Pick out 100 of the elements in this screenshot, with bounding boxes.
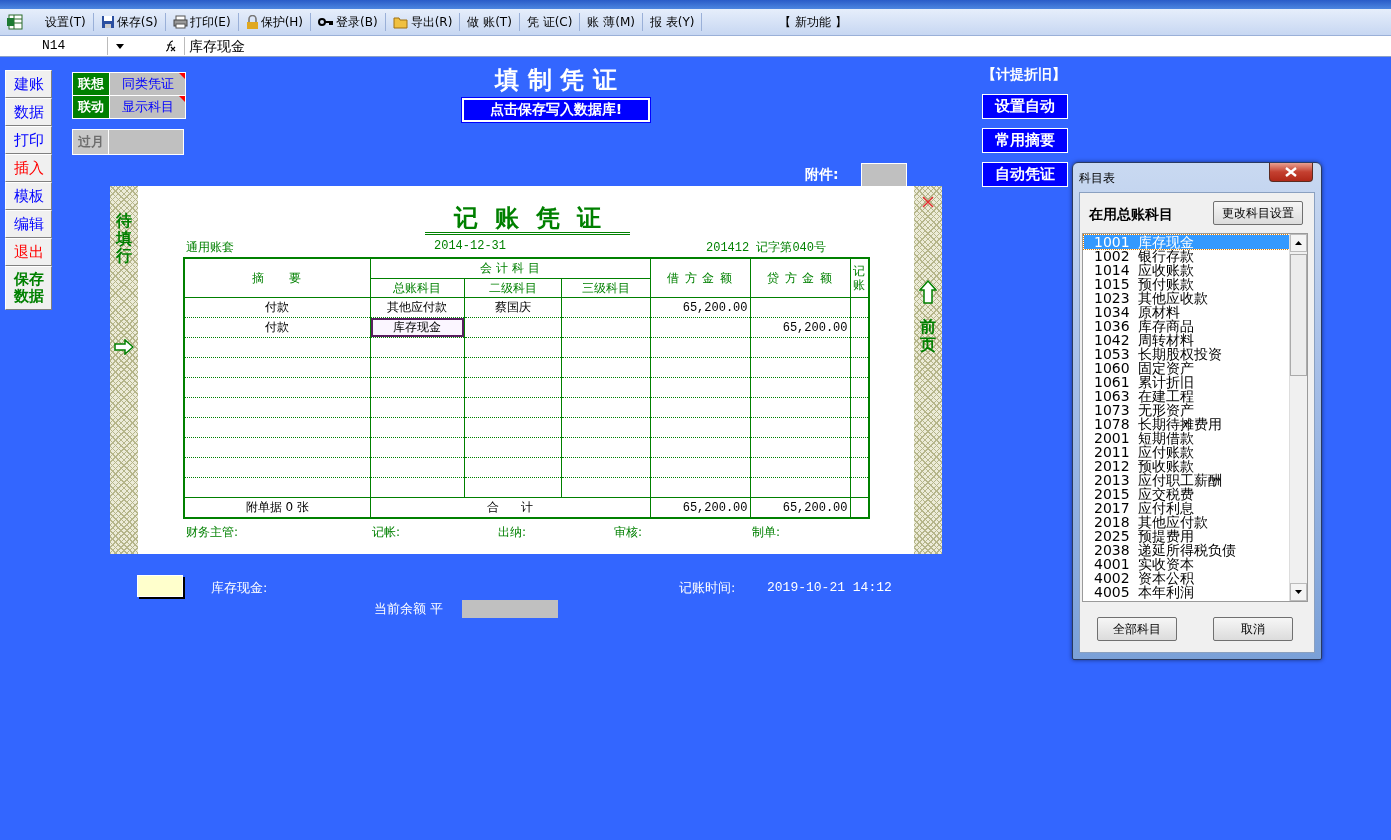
- formula-input-field[interactable]: 库存现金: [184, 37, 1391, 55]
- dropdown-arrow-icon[interactable]: [116, 43, 124, 49]
- table-cell[interactable]: 65,200.00: [650, 297, 750, 318]
- folder-icon: [392, 15, 409, 29]
- list-item[interactable]: 1061 累计折旧: [1084, 375, 1289, 389]
- sheet-button[interactable]: 编辑: [5, 210, 52, 238]
- list-item[interactable]: 2013 应付职工薪酬: [1084, 473, 1289, 487]
- column-header: 摘 要: [184, 258, 370, 298]
- list-item[interactable]: 2015 应交税费: [1084, 487, 1289, 501]
- sheet-button[interactable]: 打印: [5, 126, 52, 154]
- table-cell[interactable]: [464, 317, 561, 338]
- credit-total: 65,200.00: [750, 497, 850, 518]
- posting-time: 2019-10-21 14:12: [767, 580, 892, 595]
- pending-row-label[interactable]: 待填行: [116, 212, 132, 265]
- name-box[interactable]: N14: [0, 37, 108, 55]
- option-button[interactable]: 显示科目: [110, 96, 185, 118]
- option-tag: 联想: [73, 73, 110, 95]
- up-arrow-icon[interactable]: [919, 280, 937, 304]
- list-item[interactable]: 1078 长期待摊费用: [1084, 417, 1289, 431]
- previous-page-label[interactable]: 前页: [920, 318, 936, 354]
- column-header: 贷 方 金 额: [750, 258, 850, 298]
- toolbar-button[interactable]: 保护(H): [241, 13, 308, 31]
- comment-marker-icon: [179, 73, 185, 79]
- sheet-button[interactable]: 模板: [5, 182, 52, 210]
- sheet-button[interactable]: 退出: [5, 238, 52, 266]
- sheet-button[interactable]: 保存数据: [5, 266, 52, 310]
- list-item[interactable]: 1015 预付账款: [1084, 277, 1289, 291]
- list-item[interactable]: 4001 实收资本: [1084, 557, 1289, 571]
- scrollbar[interactable]: [1289, 234, 1307, 601]
- scroll-up-icon[interactable]: [1295, 241, 1302, 245]
- close-icon[interactable]: [922, 196, 934, 208]
- list-item[interactable]: 2018 其他应付款: [1084, 515, 1289, 529]
- list-item[interactable]: 4002 资本公积: [1084, 571, 1289, 585]
- table-cell[interactable]: [750, 297, 850, 318]
- close-icon: [1285, 167, 1297, 177]
- list-item[interactable]: 2038 递延所得税负债: [1084, 543, 1289, 557]
- list-item[interactable]: 1053 长期股权投资: [1084, 347, 1289, 361]
- dialog-button[interactable]: 全部科目: [1097, 617, 1177, 641]
- action-button[interactable]: 设置自动: [982, 94, 1068, 119]
- table-cell[interactable]: 其他应付款: [370, 297, 464, 318]
- list-item[interactable]: 1036 库存商品: [1084, 319, 1289, 333]
- option-tag: 联动: [73, 96, 110, 118]
- toolbar-button[interactable]: 做 账(T): [463, 13, 516, 31]
- column-header: 二级科目: [464, 278, 561, 298]
- list-item[interactable]: 1023 其他应收款: [1084, 291, 1289, 305]
- voucher-number: 201412 记字第040号: [706, 240, 826, 256]
- table-cell[interactable]: 65,200.00: [750, 317, 850, 338]
- toolbar-button[interactable]: 凭 证(C): [522, 13, 577, 31]
- list-item[interactable]: 1060 固定资产: [1084, 361, 1289, 375]
- scroll-down-icon[interactable]: [1295, 590, 1302, 594]
- list-item[interactable]: 2001 短期借款: [1084, 431, 1289, 445]
- right-arrow-icon[interactable]: [114, 338, 134, 355]
- table-cell[interactable]: [650, 317, 750, 338]
- list-item[interactable]: 1014 应收账款: [1084, 263, 1289, 277]
- table-cell[interactable]: 付款: [184, 297, 370, 318]
- save-banner-button[interactable]: 点击保存写入数据库!: [462, 98, 650, 122]
- column-header: 会 计 科 目: [370, 258, 650, 279]
- table-cell[interactable]: 付款: [184, 317, 370, 338]
- toolbar-button[interactable]: 登录(B): [314, 13, 382, 31]
- list-item[interactable]: 2017 应付利息: [1084, 501, 1289, 515]
- action-button[interactable]: 自动凭证: [982, 162, 1068, 187]
- table-cell[interactable]: 蔡国庆: [464, 297, 561, 318]
- list-item[interactable]: 1002 银行存款: [1084, 249, 1289, 263]
- list-item[interactable]: 4005 本年利润: [1084, 585, 1289, 599]
- lock-icon: [245, 15, 259, 29]
- list-item[interactable]: 2011 应付账款: [1084, 445, 1289, 459]
- voucher-date: 2014-12-31: [434, 239, 506, 255]
- signature-label: 出纳:: [498, 524, 528, 541]
- function-icon[interactable]: [164, 40, 176, 52]
- action-button[interactable]: 常用摘要: [982, 128, 1068, 153]
- list-item[interactable]: 1063 在建工程: [1084, 389, 1289, 403]
- toolbar-button[interactable]: 报 表(Y): [645, 13, 699, 31]
- list-item[interactable]: 2025 预提费用: [1084, 529, 1289, 543]
- balance-label: 当前余额 平: [374, 600, 444, 618]
- toolbar-button[interactable]: 打印(E): [168, 13, 235, 31]
- toolbar-button[interactable]: 账 薄(M): [583, 13, 639, 31]
- close-button[interactable]: [1269, 163, 1313, 182]
- table-cell[interactable]: 库存现金: [370, 317, 464, 338]
- attachment-count: 附单据 0 张: [184, 497, 370, 518]
- sheet-button[interactable]: 插入: [5, 154, 52, 182]
- option-button[interactable]: 同类凭证: [110, 73, 185, 95]
- debit-total: 65,200.00: [650, 497, 750, 518]
- attachment-field[interactable]: [860, 163, 907, 187]
- list-item[interactable]: 1034 原材料: [1084, 305, 1289, 319]
- table-cell[interactable]: [561, 297, 650, 318]
- sheet-button[interactable]: 数据: [5, 98, 52, 126]
- sheet-button[interactable]: 建账: [5, 70, 52, 98]
- key-icon: [318, 17, 335, 27]
- spreadsheet-icon[interactable]: [6, 13, 24, 31]
- toolbar-button[interactable]: 保存(S): [96, 13, 162, 31]
- list-item[interactable]: 1073 无形资产: [1084, 403, 1289, 417]
- list-item[interactable]: 2012 预收账款: [1084, 459, 1289, 473]
- table-cell[interactable]: [561, 317, 650, 338]
- toolbar-button[interactable]: 设置(T): [41, 13, 90, 31]
- toolbar-button[interactable]: 【 新功能 】: [775, 13, 852, 31]
- list-item[interactable]: 1042 周转材料: [1084, 333, 1289, 347]
- toolbar-button[interactable]: 导出(R): [388, 13, 457, 31]
- dialog-button[interactable]: 取消: [1213, 617, 1293, 641]
- account-label: 库存现金:: [211, 579, 268, 597]
- settings-button[interactable]: 更改科目设置: [1213, 201, 1303, 225]
